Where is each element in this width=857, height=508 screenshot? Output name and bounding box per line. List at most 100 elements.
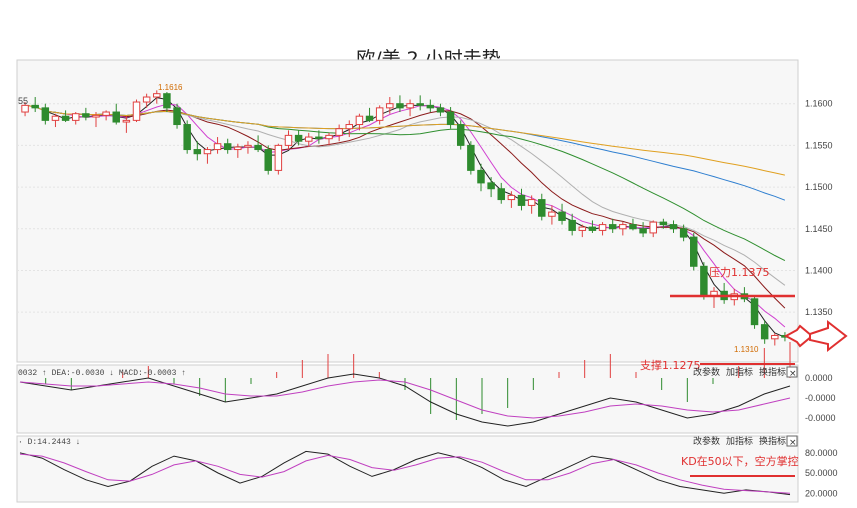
candle-body bbox=[588, 226, 597, 231]
candle-body bbox=[21, 104, 29, 113]
low-label: 1.1310 bbox=[734, 345, 759, 354]
candle-body bbox=[325, 134, 333, 140]
candle-body bbox=[619, 224, 627, 230]
candle-body bbox=[426, 104, 435, 109]
candle-body bbox=[345, 124, 354, 130]
candle-body bbox=[102, 111, 110, 116]
candle-body bbox=[446, 111, 455, 126]
kd-header: · D:14.2443 ↓ bbox=[18, 438, 80, 447]
candle-body bbox=[254, 144, 262, 151]
candle-body bbox=[31, 104, 39, 109]
candle-body bbox=[82, 113, 90, 118]
candle-body bbox=[213, 143, 222, 151]
kd-add-indicator-button[interactable]: 加指标 bbox=[726, 435, 753, 447]
candle-body bbox=[193, 149, 202, 155]
candle-body bbox=[477, 169, 485, 184]
candle-body bbox=[112, 111, 120, 123]
y-tick-label: 1.1350 bbox=[805, 307, 833, 317]
candle-body bbox=[649, 221, 657, 234]
candle-body bbox=[163, 93, 171, 109]
candle-body bbox=[568, 219, 576, 231]
candle-body bbox=[274, 144, 283, 171]
high-label: 1.1616 bbox=[158, 83, 183, 92]
macd-tick-label: -0.0000 bbox=[805, 393, 836, 403]
candle-body bbox=[142, 96, 151, 103]
candle-body bbox=[416, 103, 424, 106]
candle-body bbox=[771, 334, 779, 340]
close-icon[interactable]: × bbox=[789, 369, 797, 379]
candle-body bbox=[659, 221, 668, 226]
macd-tick-label: -0.0000 bbox=[805, 413, 836, 423]
candle-body bbox=[487, 182, 495, 190]
candle-body bbox=[264, 149, 272, 171]
y-tick-label: 1.1400 bbox=[805, 265, 833, 275]
candle-body bbox=[548, 211, 556, 217]
candle-body bbox=[497, 188, 505, 201]
y-tick-label: 1.1550 bbox=[805, 140, 833, 150]
candle-body bbox=[467, 144, 475, 171]
candle-body bbox=[92, 114, 100, 118]
macd-tick-label: 0.0000 bbox=[805, 373, 833, 383]
kd-close-icon[interactable]: × bbox=[789, 438, 797, 448]
kd-tick-label: 50.0000 bbox=[805, 468, 838, 478]
candle-body bbox=[335, 128, 343, 136]
chart-svg: 1.1600 1.1550 1.1500 1.1450 1.1400 1.1350 0.00… bbox=[16, 59, 848, 503]
kd-tick-label: 80.0000 bbox=[805, 448, 838, 458]
candle-body bbox=[396, 103, 404, 109]
candle-body bbox=[284, 134, 293, 146]
candle-body bbox=[558, 211, 566, 221]
candle-body bbox=[517, 194, 526, 206]
candle-body bbox=[507, 194, 516, 201]
candle-body bbox=[406, 103, 414, 109]
candle-body bbox=[527, 199, 536, 206]
candle-body bbox=[608, 224, 617, 230]
candle-body bbox=[122, 119, 131, 123]
support-label: 支撑1.1275 bbox=[640, 358, 701, 372]
candle-body bbox=[183, 124, 191, 151]
y-tick-label: 1.1600 bbox=[805, 99, 833, 109]
candle-body bbox=[294, 134, 303, 142]
candle-body bbox=[244, 144, 252, 148]
switch-indicator-button[interactable]: 换指标 bbox=[759, 366, 786, 378]
candle-body bbox=[315, 136, 323, 140]
candle-body bbox=[375, 107, 384, 121]
candle-body bbox=[760, 324, 769, 340]
candle-body bbox=[538, 199, 546, 217]
kd-note: KD在50以下，空方掌控 bbox=[681, 454, 799, 468]
candle-body bbox=[132, 101, 141, 121]
add-indicator-button[interactable]: 加指标 bbox=[726, 366, 753, 378]
candle-body bbox=[690, 236, 698, 267]
change-params-button[interactable]: 改参数 bbox=[693, 366, 720, 378]
candle-body bbox=[578, 226, 587, 231]
candle-body bbox=[153, 93, 161, 98]
candle-body bbox=[51, 115, 60, 121]
left-edge-label: 55 bbox=[18, 96, 28, 106]
candle-body bbox=[41, 107, 50, 121]
candle-body bbox=[629, 224, 637, 230]
kd-change-params-button[interactable]: 改参数 bbox=[693, 435, 720, 447]
y-tick-label: 1.1500 bbox=[805, 182, 833, 192]
candle-body bbox=[639, 228, 647, 234]
kd-tick-label: 20.0000 bbox=[805, 488, 838, 498]
candle-body bbox=[436, 107, 445, 113]
candle-body bbox=[305, 136, 313, 142]
candle-body bbox=[700, 265, 708, 296]
candle-body bbox=[203, 149, 212, 155]
candle-body bbox=[173, 107, 181, 126]
candle-body bbox=[234, 146, 242, 151]
kd-panel bbox=[16, 435, 799, 503]
y-ticks: 1.1600 1.1550 1.1500 1.1450 1.1400 1.1350 0.00… bbox=[805, 99, 838, 499]
candle-body bbox=[598, 224, 607, 231]
kd-switch-indicator-button[interactable]: 换指标 bbox=[759, 435, 786, 447]
candle-body bbox=[223, 143, 232, 151]
candle-body bbox=[679, 228, 688, 238]
resistance-label: 压力1.1375 bbox=[709, 266, 770, 279]
candle-body bbox=[456, 124, 465, 146]
candle-body bbox=[750, 298, 759, 326]
y-tick-label: 1.1450 bbox=[805, 224, 833, 234]
candle-body bbox=[365, 115, 374, 121]
candle-body bbox=[71, 113, 80, 121]
candle-body bbox=[386, 103, 394, 109]
macd-header: 0032 ↑ DEA:-0.0030 ↓ MACD:-0.0003 ↑ bbox=[18, 369, 186, 378]
arrow-right-large-icon bbox=[809, 319, 848, 353]
